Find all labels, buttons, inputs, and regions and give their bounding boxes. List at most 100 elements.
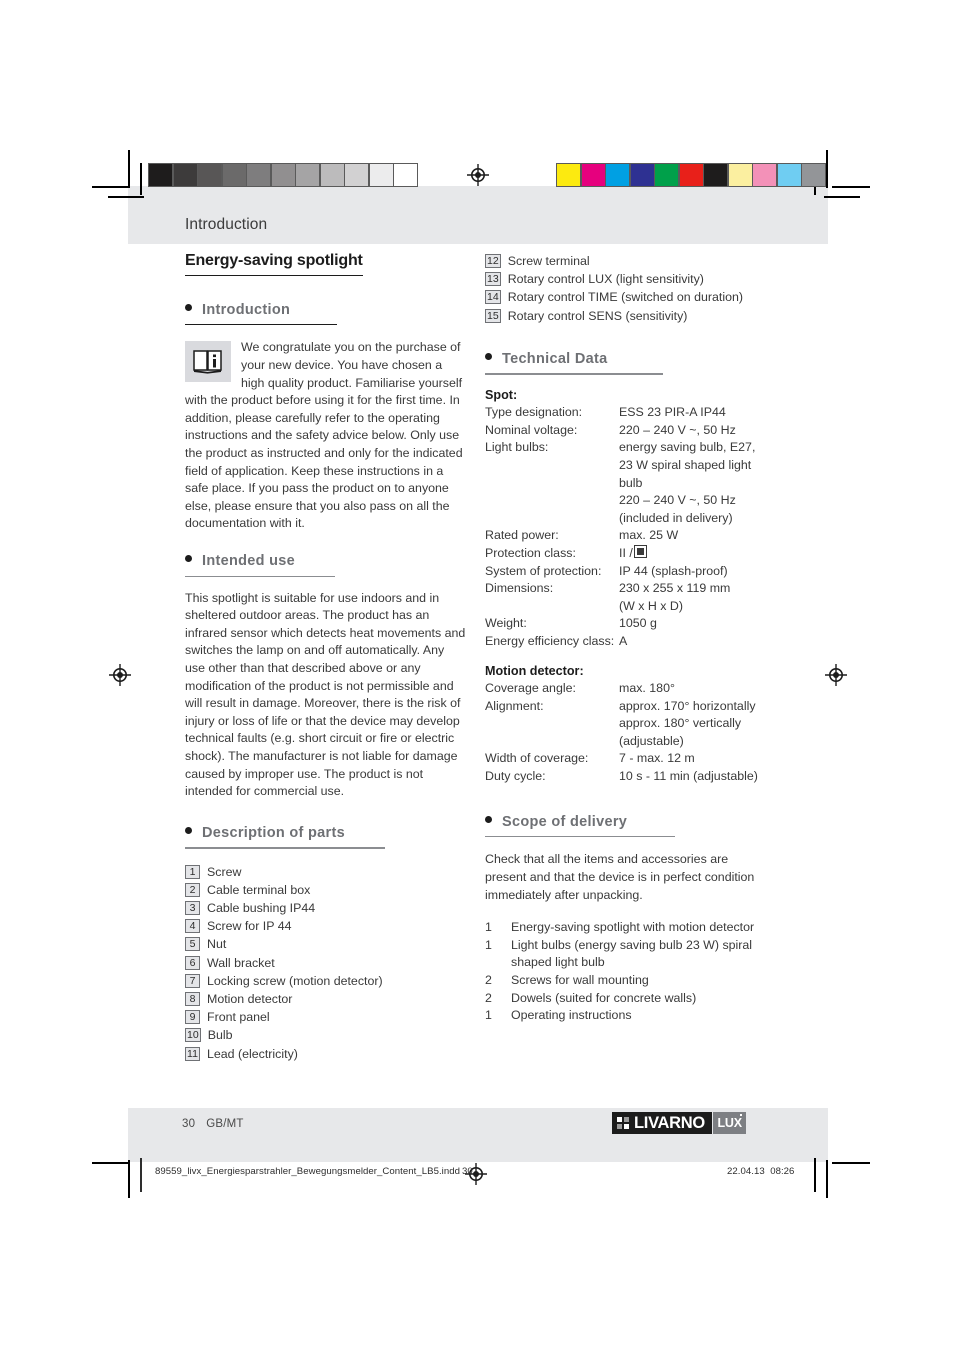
delivery-quantity <box>485 954 511 972</box>
spec-row: approx. 180° vertically <box>485 715 766 733</box>
spec-value: II / <box>619 544 766 563</box>
section-heading-introduction: Introduction <box>185 302 466 324</box>
grayscale-calibration-strip <box>148 163 418 187</box>
part-number-box: 6 <box>185 955 200 970</box>
delivery-quantity: 2 <box>485 990 492 1005</box>
part-label: Screw for IP 44 <box>207 919 292 934</box>
color-swatch-3 <box>630 164 654 186</box>
list-item: 5 Nut <box>185 935 466 953</box>
part-number-box: 13 <box>485 272 501 287</box>
part-number-box: 5 <box>185 937 200 952</box>
crop-mark-top-left-horizontal <box>92 186 130 188</box>
color-swatch-1 <box>581 164 605 186</box>
list-item: 1 Operating instructions <box>485 1007 766 1025</box>
list-item: 2 Screws for wall mounting <box>485 972 766 990</box>
spec-row: Energy efficiency class: A <box>485 633 766 651</box>
delivery-label: Energy-saving spotlight with motion dete… <box>511 920 755 935</box>
spec-group-title-spot: Spot: <box>485 387 518 402</box>
spec-key: Weight: <box>485 616 527 631</box>
spec-row: (W x H x D) <box>485 598 766 616</box>
bullet-icon <box>485 352 492 360</box>
spec-key: Nominal voltage: <box>485 422 578 437</box>
grayscale-swatch-10 <box>394 164 417 186</box>
spec-row: Protection class: II / <box>485 544 766 563</box>
list-item: 14 Rotary control TIME (switched on durat… <box>485 288 766 306</box>
spec-value: 230 x 255 x 119 mm <box>619 581 731 596</box>
color-swatch-2 <box>606 164 629 186</box>
crop-mark-top-right-horizontal <box>832 186 870 188</box>
color-swatch-6 <box>704 164 727 186</box>
section-intended-use: Intended use This spotlight is suitable … <box>185 553 466 801</box>
part-label: Bulb <box>207 1028 233 1043</box>
spec-row: 220 – 240 V ~, 50 Hz <box>485 492 766 510</box>
section-technical-data: Technical Data Spot: Type designation: ES… <box>485 351 766 786</box>
spec-value: approx. 170° horizontally <box>619 698 756 713</box>
delivery-quantity: 1 <box>485 1008 492 1023</box>
list-item: 1 Light bulbs (energy saving bulb 23 W) s… <box>485 937 766 955</box>
list-item: 1 Screw <box>185 863 466 881</box>
color-swatch-4 <box>655 164 678 186</box>
list-item: 12 Screw terminal <box>485 252 766 270</box>
parts-numbered-list-continued: 12 Screw terminal 13 Rotary control LUX (li… <box>485 252 766 325</box>
spec-row: 23 W spiral shaped light <box>485 457 766 475</box>
list-item: 3 Cable bushing IP44 <box>185 899 466 917</box>
section-heading-label: Description of parts <box>202 824 345 841</box>
imprint-date: 22.04.13 <box>727 1166 765 1177</box>
registration-target-top-center <box>466 163 490 187</box>
spec-key: Alignment: <box>485 698 544 713</box>
intended-use-paragraph: This spotlight is suitable for use indoo… <box>185 590 466 799</box>
delivery-label: shaped light bulb <box>511 955 605 970</box>
part-label: Rotary control SENS (sensitivity) <box>507 308 688 323</box>
spec-key: Coverage angle: <box>485 681 576 696</box>
folio-locale: GB/MT <box>206 1118 244 1130</box>
part-number-box: 1 <box>185 864 200 879</box>
bullet-icon <box>185 554 192 562</box>
parts-numbered-list: 1 Screw 2 Cable terminal box 3 Cable bushing … <box>185 863 466 1063</box>
spec-row: Light bulbs: energy saving bulb, E27, <box>485 439 766 457</box>
info-book-icon <box>185 341 231 383</box>
part-label: Locking screw (motion detector) <box>207 973 383 988</box>
section-heading-label: Technical Data <box>502 350 608 367</box>
spec-value: max. 180° <box>619 681 675 696</box>
logo-grid-icon <box>617 1117 629 1129</box>
imprint-time: 08:26 <box>770 1166 795 1177</box>
part-label: Cable bushing IP44 <box>207 901 316 915</box>
spec-row: Coverage angle: max. 180° <box>485 680 766 698</box>
left-column: Energy-saving spotlight Introduction We … <box>185 252 466 1063</box>
spec-row: Type designation: ESS 23 PIR-A IP44 <box>485 404 766 422</box>
right-column: 12 Screw terminal 13 Rotary control LUX (li… <box>485 252 766 1025</box>
part-label: Rotary control TIME (switched on duratio… <box>507 290 743 305</box>
delivery-quantity: 2 <box>485 973 492 987</box>
logo-lux-badge: LUX <box>713 1112 746 1134</box>
spec-value: ESS 23 PIR-A IP44 <box>619 405 726 420</box>
section-heading-description-of-parts: Description of parts <box>185 825 466 847</box>
crop-mark-top-right-inner-horizontal <box>824 196 860 198</box>
bleed-guide-right <box>814 1158 816 1192</box>
spec-value: energy saving bulb, E27, <box>619 440 756 455</box>
part-label: Motion detector <box>207 992 293 1007</box>
crop-mark-top-right-vertical <box>826 150 828 188</box>
spec-value: 220 – 240 V ~, 50 Hz <box>619 493 736 508</box>
spec-key: Energy efficiency class: <box>485 633 615 648</box>
color-swatch-5 <box>679 164 703 186</box>
list-item: 15 Rotary control SENS (sensitivity) <box>485 307 766 325</box>
color-swatch-0 <box>557 164 580 186</box>
delivery-label: Operating instructions <box>511 1008 632 1023</box>
list-item: shaped light bulb <box>485 954 766 972</box>
section-heading-technical-data: Technical Data <box>485 351 766 373</box>
spec-row: Rated power: max. 25 W <box>485 527 766 545</box>
spec-table-spot: Type designation: ESS 23 PIR-A IP44 Nomina… <box>485 404 766 650</box>
spec-row: Duty cycle: 10 s - 11 min (adjustable) <box>485 768 766 786</box>
list-item: 10 Bulb <box>185 1026 466 1044</box>
part-label: Lead (electricity) <box>207 1046 298 1061</box>
section-heading-label: Introduction <box>202 301 291 318</box>
imprint-timestamp: 22.04.13 08:26 <box>727 1166 794 1177</box>
spec-value: 23 W spiral shaped light <box>619 457 752 472</box>
spec-value: (W x H x D) <box>619 598 684 613</box>
color-swatch-7 <box>728 164 752 186</box>
list-item: 6 Wall bracket <box>185 954 466 972</box>
spec-row: (adjustable) <box>485 733 766 751</box>
part-number-box: 12 <box>485 254 501 268</box>
part-number-box: 7 <box>185 973 200 988</box>
spec-key: Rated power: <box>485 528 559 543</box>
